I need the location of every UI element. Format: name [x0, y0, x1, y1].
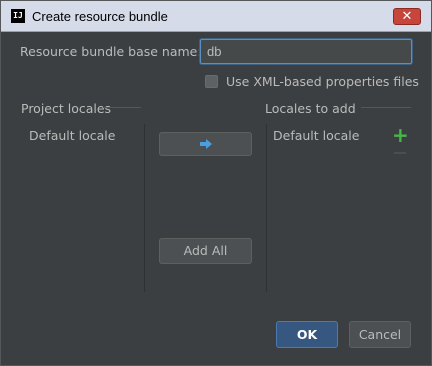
locale-to-add-item[interactable]: Default locale [273, 128, 359, 143]
base-name-label: Resource bundle base name: [20, 44, 202, 59]
window-title: Create resource bundle [32, 9, 168, 24]
locales-to-add-separator [361, 107, 411, 108]
close-icon: ✕ [401, 9, 413, 24]
move-locale-button[interactable] [159, 132, 252, 156]
minus-icon[interactable] [394, 152, 406, 154]
cancel-button[interactable]: Cancel [349, 321, 411, 348]
create-resource-bundle-dialog: IJ Create resource bundle ✕ Resource bun… [0, 0, 432, 366]
project-locales-separator [103, 107, 141, 108]
project-locales-list-border [144, 124, 145, 292]
intellij-app-icon: IJ [11, 9, 25, 23]
plus-icon[interactable]: + [392, 122, 409, 148]
locales-to-add-title: Locales to add [265, 101, 356, 116]
close-button[interactable]: ✕ [393, 8, 421, 25]
project-locales-title: Project locales [21, 101, 112, 116]
arrow-right-icon [199, 139, 212, 149]
locales-to-add-list-border [266, 124, 267, 292]
xml-properties-checkbox[interactable] [205, 75, 218, 88]
ok-button[interactable]: OK [276, 321, 338, 348]
title-bar[interactable]: IJ Create resource bundle ✕ [1, 1, 431, 32]
xml-properties-checkbox-label[interactable]: Use XML-based properties files [226, 74, 419, 89]
base-name-input[interactable] [200, 39, 412, 64]
add-all-button[interactable]: Add All [159, 238, 252, 264]
project-locale-item[interactable]: Default locale [29, 128, 115, 143]
